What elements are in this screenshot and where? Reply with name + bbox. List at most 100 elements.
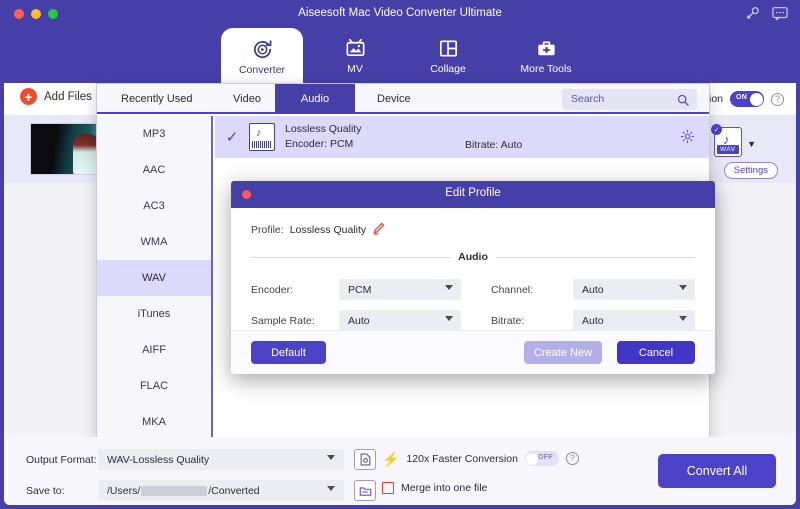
app-title: Aiseesoft Mac Video Converter Ultimate — [298, 7, 502, 19]
bolt-icon: ⚡ — [382, 450, 400, 467]
tab-video[interactable]: Video — [215, 84, 279, 114]
chevron-down-icon — [679, 316, 687, 321]
question-mark-icon[interactable]: ? — [565, 452, 579, 465]
question-mark-icon[interactable]: ? — [771, 92, 784, 106]
encoder-value: PCM — [348, 283, 372, 296]
app-window: Aiseesoft Mac Video Converter Ultimate C… — [0, 0, 800, 509]
cancel-button-label: Cancel — [638, 346, 674, 359]
convert-all-label: Convert All — [686, 464, 748, 478]
save-to-label: Save to: — [26, 484, 65, 497]
dialog-profile-row: Profile: Lossless Quality — [251, 222, 695, 238]
create-new-button-label: Create New — [533, 346, 593, 359]
format-category-tabs: Recently Used Video Audio Device Search — [97, 84, 709, 114]
merge-into-one-file-row[interactable]: Merge into one file — [382, 482, 487, 494]
output-format-label: Output Format: — [26, 453, 97, 466]
cancel-button[interactable]: Cancel — [617, 341, 695, 364]
format-item-label: AC3 — [143, 200, 165, 212]
message-icon[interactable] — [772, 6, 788, 21]
nav-tab-collage[interactable]: Collage — [408, 28, 488, 83]
settings-button[interactable]: Settings — [723, 162, 778, 179]
key-icon[interactable] — [745, 6, 760, 21]
format-item-flac[interactable]: FLAC — [97, 368, 211, 404]
sample-rate-value: Auto — [348, 314, 370, 327]
fast-conversion-label: 120x Faster Conversion — [406, 452, 518, 465]
search-icon — [677, 93, 689, 111]
output-format-select[interactable]: WAV-Lossless Quality — [98, 449, 344, 470]
save-to-prefix: /Users/ — [107, 484, 141, 497]
audio-section-title: Audio — [458, 251, 488, 263]
plus-icon: + — [20, 88, 37, 105]
toggle-state-label: ON — [736, 94, 748, 101]
format-item-label: WMA — [140, 236, 168, 248]
dialog-profile-value: Lossless Quality — [289, 224, 367, 236]
nav-tab-more-tools[interactable]: More Tools — [501, 28, 591, 83]
format-list[interactable]: MP3 AAC AC3 WMA WAV iTunes AIFF FLAC MKA — [97, 116, 213, 440]
pencil-icon[interactable] — [372, 222, 385, 238]
bitrate-select[interactable]: Auto — [573, 310, 695, 331]
format-item-itunes[interactable]: iTunes — [97, 296, 211, 332]
collage-icon — [437, 36, 460, 60]
encoder-select[interactable]: PCM — [339, 279, 461, 300]
video-thumbnail[interactable] — [30, 123, 106, 175]
mv-icon — [344, 36, 367, 60]
tab-device-label: Device — [377, 93, 411, 105]
nav-tab-converter-label: Converter — [238, 64, 286, 76]
format-item-aiff[interactable]: AIFF — [97, 332, 211, 368]
add-files-button[interactable]: + Add Files — [20, 88, 92, 105]
profile-text: Lossless Quality Encoder: PCM — [285, 122, 361, 152]
profile-bitrate: Bitrate: Auto — [465, 139, 523, 151]
tab-audio[interactable]: Audio — [275, 84, 355, 114]
tab-recently-used[interactable]: Recently Used — [103, 84, 211, 114]
merge-label: Merge into one file — [401, 482, 488, 494]
main-navigation: Converter MV Collage More Tools — [0, 28, 800, 85]
toolbar-fast-conversion: tion ON ? — [706, 91, 784, 107]
format-item-wma[interactable]: WMA — [97, 224, 211, 260]
create-new-button[interactable]: Create New — [524, 341, 602, 364]
toggle-knob — [526, 452, 539, 465]
dialog-title: Edit Profile — [445, 187, 501, 199]
format-item-label: AAC — [142, 164, 166, 176]
bitrate-value: Auto — [582, 314, 604, 327]
nav-tab-mv[interactable]: MV — [315, 28, 395, 83]
profile-row-lossless-quality[interactable]: ✓ ♪ Lossless Quality Encoder: PCM Bitrat… — [215, 116, 709, 158]
channel-value: Auto — [582, 283, 604, 296]
save-to-suffix: /Converted — [208, 484, 260, 497]
dialog-title-bar: Edit Profile — [231, 181, 715, 208]
audio-settings-grid: Encoder: PCM Channel: Auto Sample Rate: … — [251, 279, 695, 331]
format-item-wav[interactable]: WAV — [97, 260, 211, 296]
format-item-label: MKA — [142, 416, 166, 428]
format-item-aac[interactable]: AAC — [97, 152, 211, 188]
toggle-knob — [749, 92, 763, 106]
channel-label: Channel: — [491, 283, 534, 296]
bottom-bar: Output Format: WAV-Lossless Quality Save… — [4, 437, 796, 505]
profile-settings-icon[interactable] — [354, 449, 376, 470]
search-input[interactable]: Search — [562, 89, 697, 110]
default-button[interactable]: Default — [251, 341, 326, 364]
tab-device[interactable]: Device — [359, 84, 429, 114]
format-item-ac3[interactable]: AC3 — [97, 188, 211, 224]
convert-all-button[interactable]: Convert All — [658, 454, 776, 488]
check-icon: ✓ — [225, 129, 239, 146]
format-item-label: AIFF — [142, 344, 166, 356]
format-item-label: MP3 — [142, 128, 166, 140]
bottom-fast-conversion: ⚡ 120x Faster Conversion OFF ? — [382, 451, 579, 466]
tab-recently-used-label: Recently Used — [121, 93, 193, 105]
merge-checkbox[interactable] — [382, 482, 394, 494]
format-item-mp3[interactable]: MP3 — [97, 116, 211, 152]
output-format-badge[interactable]: ✓ ♪ WAV — [711, 124, 742, 157]
check-icon: ✓ — [711, 124, 722, 135]
channel-select[interactable]: Auto — [573, 279, 695, 300]
nav-tab-converter[interactable]: Converter — [221, 28, 303, 85]
save-to-row: Save to: /Users/ /Converted — [26, 480, 376, 501]
gear-icon[interactable] — [680, 129, 695, 149]
profile-encoder: Encoder: PCM — [285, 138, 354, 150]
folder-icon[interactable] — [354, 480, 376, 501]
caret-down-icon[interactable]: ▼ — [747, 139, 756, 149]
sample-rate-label: Sample Rate: — [251, 314, 315, 327]
format-item-mka[interactable]: MKA — [97, 404, 211, 440]
fast-conversion-toggle[interactable]: OFF — [524, 451, 559, 466]
audio-file-icon: ♪ — [249, 123, 275, 151]
sample-rate-select[interactable]: Auto — [339, 310, 461, 331]
save-to-select[interactable]: /Users/ /Converted — [98, 480, 344, 501]
fast-conversion-toggle[interactable]: ON — [730, 91, 764, 107]
